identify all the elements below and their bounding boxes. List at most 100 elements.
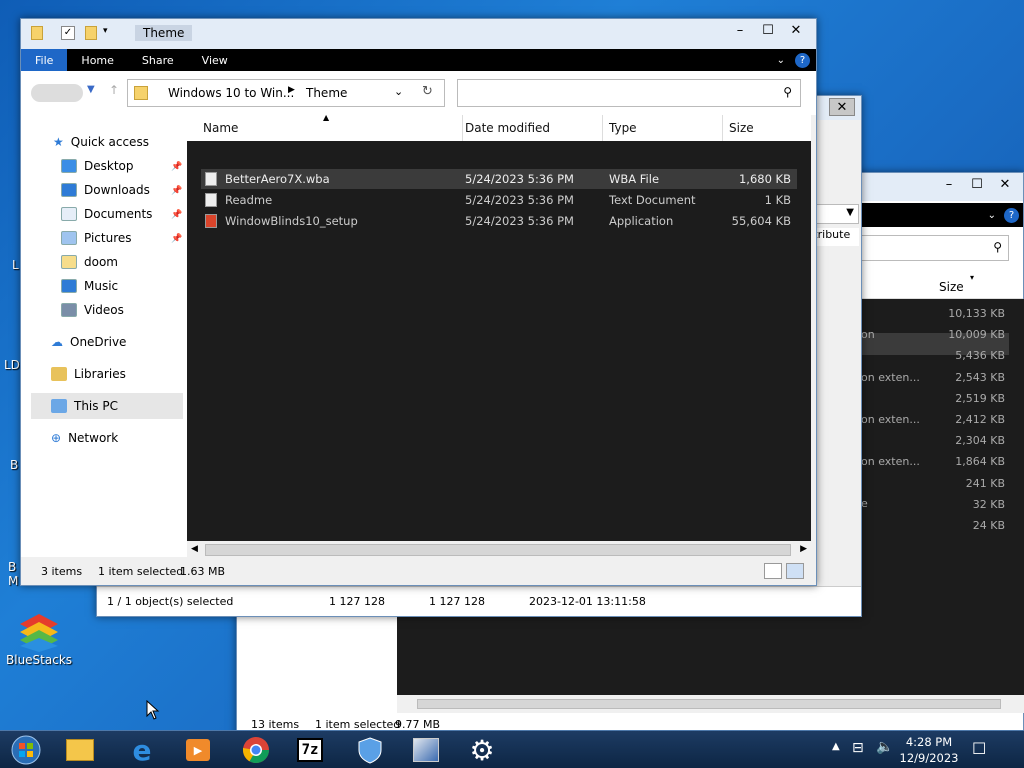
- pin-icon[interactable]: 📌: [171, 210, 182, 220]
- up-arrow-icon[interactable]: ↑: [109, 83, 119, 97]
- nav-label: Pictures: [84, 231, 132, 245]
- help-icon[interactable]: ?: [795, 52, 810, 68]
- search-input[interactable]: ⚲: [857, 235, 1009, 261]
- nav-item-desktop[interactable]: Desktop: [61, 159, 134, 173]
- nav-onedrive[interactable]: ☁ OneDrive: [51, 335, 126, 349]
- tab-view[interactable]: View: [188, 49, 242, 71]
- taskbar-settings[interactable]: ⚙: [460, 733, 504, 767]
- explorer-window[interactable]: ✓ ▾ Theme – ☐ ✕ File Home Share View ⌄ ?…: [20, 18, 817, 586]
- nav-label: Videos: [84, 303, 124, 317]
- col-name[interactable]: Name: [197, 115, 463, 141]
- breadcrumb-separator-icon[interactable]: ▶: [288, 85, 295, 95]
- search-input[interactable]: ⚲: [457, 79, 801, 107]
- close-button[interactable]: ✕: [991, 175, 1019, 193]
- column-headers: Name ▲ Date modified Type Size: [187, 113, 811, 141]
- col-size[interactable]: Size: [723, 115, 811, 141]
- taskbar-ie[interactable]: e: [120, 733, 164, 767]
- nav-libraries[interactable]: Libraries: [51, 367, 126, 381]
- taskbar-defender[interactable]: [348, 733, 392, 767]
- address-dropdown-icon[interactable]: ⌄: [394, 85, 403, 98]
- search-icon: ⚲: [993, 240, 1002, 254]
- file-row[interactable]: BetterAero7X.wba 5/24/2023 5:36 PM WBA Fil…: [201, 169, 797, 189]
- status-size: 1 127 128: [329, 595, 385, 608]
- cloud-icon: ☁: [51, 335, 63, 349]
- refresh-icon[interactable]: ↻: [422, 84, 433, 99]
- desktop-icon-label-partial: LD: [4, 358, 20, 372]
- pin-icon[interactable]: 📌: [171, 162, 182, 172]
- file-row[interactable]: Readme 5/24/2023 5:36 PM Text Document 1 KB: [201, 190, 797, 210]
- horizontal-scrollbar[interactable]: ◀ ▶: [187, 541, 811, 559]
- type-cell-partial: e: [861, 497, 868, 510]
- close-button[interactable]: ✕: [782, 21, 810, 39]
- breadcrumb-parent[interactable]: Windows 10 to Win...: [168, 86, 294, 100]
- taskbar-chrome[interactable]: [234, 733, 278, 767]
- pin-icon[interactable]: 📌: [171, 234, 182, 244]
- scroll-right-icon[interactable]: ▶: [800, 544, 807, 554]
- nav-network[interactable]: ⊕ Network: [51, 431, 118, 445]
- desktop-icon-bluestacks[interactable]: BlueStacks: [6, 608, 72, 667]
- breadcrumb-current[interactable]: Theme: [306, 86, 347, 100]
- back-forward-buttons[interactable]: [31, 84, 83, 102]
- file-name: BetterAero7X.wba: [225, 172, 330, 186]
- nav-item-doom[interactable]: doom: [61, 255, 118, 269]
- window-controls: – ☐ ✕: [935, 175, 1019, 193]
- scroll-thumb[interactable]: [417, 699, 1001, 709]
- archive-status-bar: 1 / 1 object(s) selected 1 127 128 1 127…: [97, 586, 861, 616]
- nav-item-pictures[interactable]: Pictures: [61, 231, 132, 245]
- customize-qat-icon[interactable]: ▾: [103, 26, 108, 36]
- chevron-down-icon[interactable]: ⌄: [988, 210, 996, 221]
- desktop-icon-label-partial: L: [12, 258, 19, 272]
- nav-quick-access[interactable]: ★ Quick access: [53, 135, 149, 149]
- help-icon[interactable]: ?: [1004, 207, 1019, 223]
- search-icon: ⚲: [783, 85, 792, 99]
- recent-locations-icon[interactable]: ▼: [87, 84, 95, 95]
- tab-share[interactable]: Share: [128, 49, 188, 71]
- taskbar-7zip[interactable]: 7z: [288, 733, 332, 767]
- clock[interactable]: 4:28 PM 12/9/2023: [898, 734, 960, 766]
- taskbar: e ▶ 7z ⚙ ▲ ⊟ 🔈 4:28 PM 12/9/2023 ☐: [0, 730, 1024, 768]
- bluestacks-label: BlueStacks: [6, 653, 73, 667]
- col-type[interactable]: Type: [603, 115, 723, 141]
- details-view-icon[interactable]: [764, 563, 782, 579]
- minimize-button[interactable]: –: [935, 175, 963, 193]
- address-bar[interactable]: Windows 10 to Win... ▶ Theme ⌄ ↻: [127, 79, 445, 107]
- size-cell: 5,436 KB: [955, 349, 1005, 363]
- nav-label: doom: [84, 255, 118, 269]
- large-icons-view-icon[interactable]: [786, 563, 804, 579]
- ribbon-expand-icon[interactable]: ⌄: [777, 55, 785, 66]
- bluestacks-icon: [20, 614, 58, 652]
- tab-file[interactable]: File: [21, 49, 68, 71]
- type-cell-partial: on exten...: [861, 371, 920, 384]
- file-row[interactable]: WindowBlinds10_setup 5/24/2023 5:36 PM App…: [201, 211, 797, 231]
- taskbar-installer[interactable]: [404, 733, 448, 767]
- nav-this-pc[interactable]: This PC: [51, 399, 118, 413]
- maximize-button[interactable]: ☐: [963, 175, 991, 193]
- start-button[interactable]: [4, 733, 48, 767]
- horizontal-scrollbar[interactable]: [397, 695, 1024, 713]
- file-size: 1 KB: [764, 193, 791, 207]
- properties-icon[interactable]: ✓: [61, 26, 75, 40]
- taskbar-explorer[interactable]: [58, 733, 102, 767]
- scroll-thumb[interactable]: [205, 544, 791, 556]
- size-cell: 2,304 KB: [955, 434, 1005, 448]
- taskbar-media[interactable]: ▶: [176, 733, 220, 767]
- show-hidden-icons[interactable]: ▲: [832, 741, 840, 752]
- window-controls: – ☐ ✕: [726, 21, 810, 39]
- volume-muted-icon[interactable]: 🔈: [876, 739, 893, 755]
- pin-icon[interactable]: 📌: [171, 186, 182, 196]
- minimize-button[interactable]: –: [726, 21, 754, 39]
- nav-item-documents[interactable]: Documents: [61, 207, 152, 221]
- nav-item-videos[interactable]: Videos: [61, 303, 124, 317]
- action-center-icon[interactable]: ☐: [972, 739, 986, 758]
- maximize-button[interactable]: ☐: [754, 21, 782, 39]
- new-folder-icon[interactable]: [85, 26, 97, 40]
- 7zip-icon: 7z: [296, 738, 324, 762]
- scroll-left-icon[interactable]: ◀: [191, 544, 198, 554]
- col-date[interactable]: Date modified: [459, 115, 603, 141]
- nav-item-downloads[interactable]: Downloads: [61, 183, 150, 197]
- tab-home[interactable]: Home: [67, 49, 127, 71]
- col-size[interactable]: Size: [939, 280, 964, 294]
- network-status-icon[interactable]: ⊟: [852, 740, 864, 756]
- close-button[interactable]: ✕: [829, 98, 855, 116]
- nav-item-music[interactable]: Music: [61, 279, 118, 293]
